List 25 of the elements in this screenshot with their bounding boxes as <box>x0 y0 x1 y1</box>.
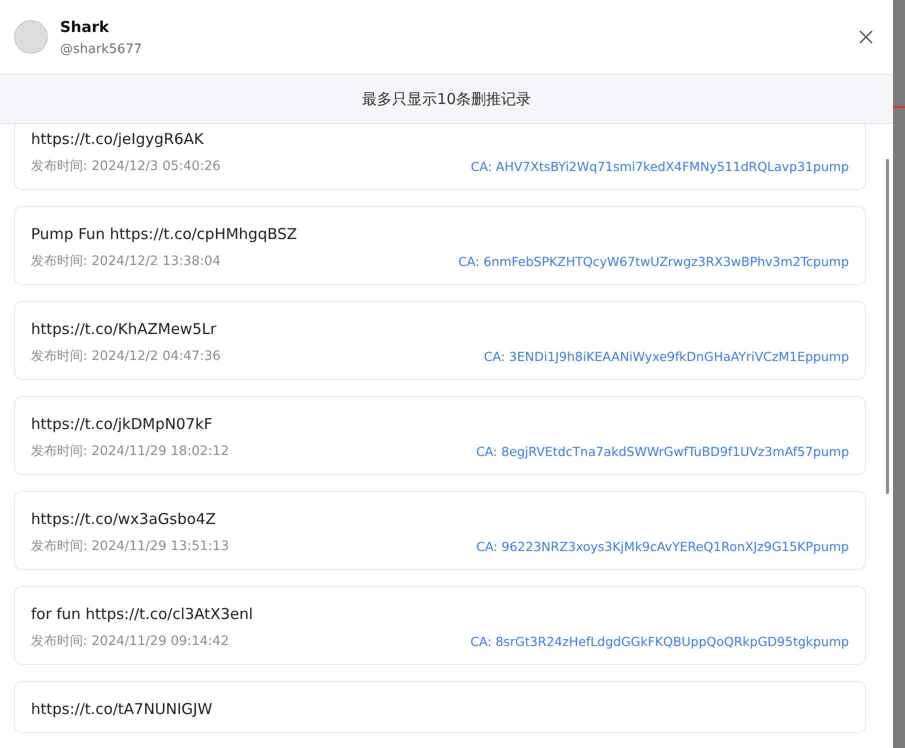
tweet-text: https://t.co/KhAZMew5Lr <box>31 320 218 338</box>
publish-time: 发布时间: 2024/12/2 13:38:04 <box>31 253 221 270</box>
notice-banner: 最多只显示10条删推记录 <box>0 75 893 124</box>
tweet-text: https://t.co/jkDMpN07kF <box>31 415 214 433</box>
publish-time: 发布时间: 2024/11/29 13:51:13 <box>31 538 229 555</box>
tweet-text: Pump Fun https://t.co/cpHMhgqBSZ <box>31 225 298 243</box>
publish-time: 发布时间: 2024/11/29 18:02:12 <box>31 443 229 460</box>
profile-handle: @shark5677 <box>60 42 143 56</box>
contract-address-link[interactable]: CA: 3ENDi1J9h8iKEAANiWyxe9fkDnGHaAYriVCzM1Eppump <box>484 348 849 364</box>
contract-address-link[interactable]: CA: AHV7XtsBYi2Wq71smi7kedX4FMNy511dRQLavp31pump <box>470 158 849 174</box>
tweet-text: https://t.co/jeIgygR6AK <box>31 130 205 148</box>
contract-address-link[interactable]: CA: 6nmFebSPKZHTQcyW67twUZrwgz3RX3wBPhv3m2Tcpump <box>458 254 849 268</box>
close-icon <box>859 30 873 44</box>
tweet-text: for fun https://t.co/cl3AtX3enl <box>31 605 254 623</box>
tweet-text: https://t.co/tA7NUNIGJW <box>31 700 214 718</box>
contract-address-link[interactable]: CA: 8egjRVEtdcTna7akdSWWrGwfTuBD9f1UVz3mAf57pump <box>476 444 849 458</box>
contract-address-link[interactable]: CA: 8srGt3R24zHefLdgdGGkFKQBUppQoQRkpGD95tgkpump <box>470 634 849 648</box>
contract-address-link[interactable]: CA: 96223NRZ3xoys3KjMk9cAvYEReQ1RonXJz9G15KPpump <box>476 538 849 554</box>
scrollbar-thumb[interactable] <box>886 159 888 494</box>
publish-time: 发布时间: 2024/12/2 04:47:36 <box>31 348 221 365</box>
avatar <box>14 20 48 54</box>
publish-time: 发布时间: 2024/12/3 05:40:26 <box>31 158 221 175</box>
profile-name: Shark <box>60 18 110 36</box>
tweet-text: https://t.co/wx3aGsbo4Z <box>31 510 217 528</box>
publish-time: 发布时间: 2024/11/29 09:14:42 <box>31 633 229 650</box>
